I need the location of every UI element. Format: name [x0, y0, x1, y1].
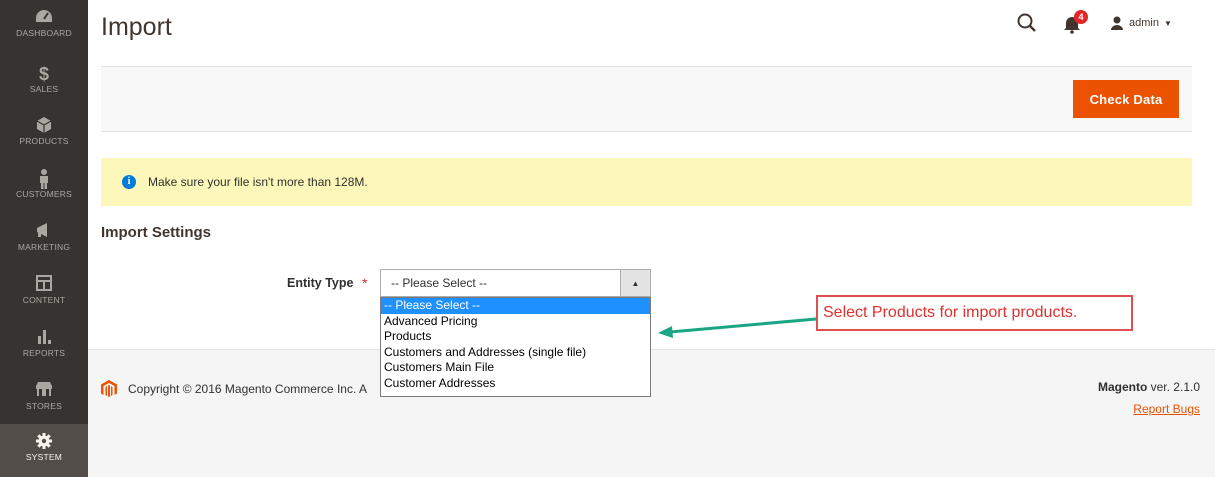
- sidebar-item-marketing[interactable]: MARKETING: [0, 214, 88, 267]
- magento-logo-icon: [101, 380, 117, 398]
- sidebar-item-label: MARKETING: [17, 242, 71, 252]
- page-actions-bar: [101, 66, 1192, 132]
- dropdown-option[interactable]: Advanced Pricing: [381, 314, 650, 330]
- layout-icon: [0, 267, 88, 293]
- sidebar-item-label: DASHBOARD: [16, 28, 72, 38]
- dropdown-option[interactable]: -- Please Select --: [381, 298, 650, 314]
- admin-sidebar: DASHBOARD $ SALES PRODUCTS CUSTOMERS MAR…: [0, 0, 88, 477]
- dashboard-icon: [0, 0, 88, 26]
- select-value: -- Please Select --: [391, 276, 488, 290]
- sidebar-item-label: STORES: [26, 401, 62, 411]
- sidebar-item-products[interactable]: PRODUCTS: [0, 108, 88, 161]
- annotation-arrow: [658, 317, 817, 338]
- dropdown-option[interactable]: Customers Main File: [381, 360, 650, 376]
- entity-type-label: Entity Type: [287, 276, 354, 290]
- file-size-notice: i Make sure your file isn't more than 12…: [101, 158, 1192, 206]
- bar-chart-icon: [0, 320, 88, 346]
- dropdown-option[interactable]: Customers and Addresses (single file): [381, 345, 650, 361]
- version-info: Magento ver. 2.1.0: [1098, 380, 1200, 394]
- entity-type-select[interactable]: -- Please Select -- ▲: [380, 269, 651, 297]
- user-icon: [1111, 16, 1123, 30]
- entity-type-dropdown[interactable]: -- Please Select -- Advanced Pricing Pro…: [380, 297, 651, 397]
- required-marker: *: [362, 275, 368, 291]
- sidebar-item-reports[interactable]: REPORTS: [0, 320, 88, 373]
- sidebar-item-label: SALES: [29, 84, 59, 94]
- megaphone-icon: [0, 214, 88, 240]
- dropdown-option[interactable]: Customer Addresses: [381, 376, 650, 392]
- sidebar-item-sales[interactable]: $ SALES: [0, 56, 88, 109]
- check-data-button[interactable]: Check Data: [1073, 80, 1179, 118]
- sidebar-item-label: PRODUCTS: [19, 136, 69, 146]
- cube-icon: [0, 108, 88, 134]
- search-icon[interactable]: [1016, 12, 1038, 34]
- sidebar-item-label: SYSTEM: [25, 452, 63, 462]
- person-icon: [0, 161, 88, 189]
- sidebar-item-dashboard[interactable]: DASHBOARD: [0, 0, 88, 53]
- chevron-up-icon: ▲: [620, 270, 650, 296]
- annotation-callout: Select Products for import products.: [816, 295, 1133, 331]
- info-icon: i: [122, 175, 136, 189]
- sidebar-item-label: CONTENT: [22, 295, 66, 305]
- dollar-icon: $: [38, 64, 49, 84]
- copyright-text: Copyright © 2016 Magento Commerce Inc. A: [128, 382, 367, 396]
- sidebar-item-customers[interactable]: CUSTOMERS: [0, 161, 88, 214]
- chevron-down-icon: ▼: [1163, 18, 1172, 28]
- sidebar-item-content[interactable]: CONTENT: [0, 267, 88, 320]
- notifications-button[interactable]: 4: [1062, 10, 1088, 34]
- sidebar-item-system[interactable]: SYSTEM: [0, 424, 88, 477]
- report-bugs-link[interactable]: Report Bugs: [1133, 402, 1200, 416]
- user-menu[interactable]: admin ▼: [1110, 13, 1172, 33]
- notice-text: Make sure your file isn't more than 128M…: [148, 175, 368, 189]
- sidebar-item-label: CUSTOMERS: [16, 189, 72, 199]
- user-name: admin: [1129, 17, 1159, 29]
- footer: [88, 350, 1215, 477]
- section-title: Import Settings: [101, 224, 212, 241]
- dropdown-option[interactable]: Products: [381, 329, 650, 345]
- sidebar-item-stores[interactable]: STORES: [0, 373, 88, 426]
- store-icon: [0, 373, 88, 399]
- sidebar-item-label: REPORTS: [22, 348, 66, 358]
- brand-name: Magento: [1097, 380, 1148, 394]
- page-title: Import: [101, 13, 172, 41]
- version-text: ver. 2.1.0: [1147, 380, 1200, 394]
- notification-count-badge: 4: [1074, 10, 1088, 24]
- gear-icon: [0, 424, 88, 450]
